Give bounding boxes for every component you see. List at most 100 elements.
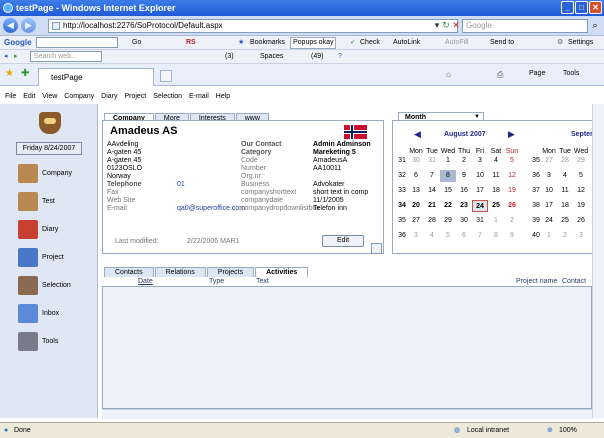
calendar-day[interactable]: 11 <box>488 170 504 182</box>
calendar-day[interactable]: 12 <box>504 170 520 182</box>
forward-button[interactable]: ▶ <box>21 18 36 33</box>
calendar-day[interactable]: 25 <box>557 215 573 227</box>
menu-project[interactable]: Project <box>124 93 146 100</box>
column-contact[interactable]: Contact <box>562 277 586 286</box>
menu-email[interactable]: E-mail <box>189 93 209 100</box>
browser-tab[interactable]: testPage <box>38 68 154 86</box>
column-text[interactable]: Text <box>256 277 269 286</box>
sidebar-item-company[interactable]: Company <box>18 164 98 184</box>
calendar-day[interactable]: 2 <box>504 215 520 227</box>
calendar-day[interactable]: 3 <box>408 230 424 242</box>
spaces-button[interactable]: Spaces <box>260 50 283 64</box>
calendar-day[interactable]: 7 <box>424 170 440 182</box>
calendar-day[interactable]: 14 <box>424 185 440 197</box>
tab-activities[interactable]: Activities <box>255 267 309 277</box>
bookmarks-button[interactable]: Bookmarks <box>250 36 285 50</box>
calendar-day[interactable]: 21 <box>424 200 440 212</box>
email-link[interactable]: qa0@superoffice.com <box>177 205 245 213</box>
calendar-day[interactable]: 27 <box>408 215 424 227</box>
stop-icon[interactable]: ✕ <box>450 19 462 32</box>
calendar-day[interactable]: 9 <box>456 170 472 182</box>
resize-corner-icon[interactable] <box>371 243 382 254</box>
menu-selection[interactable]: Selection <box>153 93 182 100</box>
menu-file[interactable]: File <box>5 93 16 100</box>
calendar-day[interactable]: 8 <box>440 170 456 182</box>
calendar-day[interactable]: 5 <box>573 170 589 182</box>
calendar-day[interactable]: 27 <box>541 155 557 167</box>
calendar-day[interactable]: 4 <box>424 230 440 242</box>
search-input[interactable]: Google <box>462 19 588 33</box>
sidebar-item-diary[interactable]: Diary <box>18 220 98 240</box>
calendar-day[interactable]: 18 <box>488 185 504 197</box>
maximize-button[interactable]: □ <box>575 1 588 14</box>
calendar-day[interactable]: 25 <box>488 200 504 212</box>
horizontal-scrollbar[interactable] <box>102 409 592 419</box>
calendar-day[interactable]: 6 <box>456 230 472 242</box>
new-tab-button[interactable] <box>160 70 172 82</box>
autolink-button[interactable]: AutoLink <box>393 36 420 50</box>
rs-button[interactable]: RS <box>186 36 196 50</box>
count-two[interactable]: (49) <box>311 50 323 64</box>
tab-projects[interactable]: Projects <box>206 267 255 277</box>
calendar-day[interactable]: 3 <box>541 170 557 182</box>
close-button[interactable]: ✕ <box>589 1 602 14</box>
search-icon[interactable]: ⌕ <box>589 19 601 32</box>
calendar-day[interactable]: 26 <box>504 200 520 212</box>
address-bar[interactable]: http://localhost:2276/SoProtocol/Default… <box>48 19 458 33</box>
column-type[interactable]: Type <box>209 277 224 286</box>
calendar-day[interactable]: 20 <box>408 200 424 212</box>
calendar-day[interactable]: 17 <box>541 200 557 212</box>
calendar-day[interactable]: 1 <box>541 230 557 242</box>
calendar-day[interactable]: 18 <box>557 200 573 212</box>
menu-view[interactable]: View <box>42 93 57 100</box>
telephone-value[interactable]: 01 <box>177 181 185 189</box>
count-one[interactable]: (3) <box>225 50 234 64</box>
calendar-day[interactable]: 29 <box>440 215 456 227</box>
calendar-day[interactable]: 5 <box>440 230 456 242</box>
calendar-day[interactable]: 29 <box>573 155 589 167</box>
sidebar-item-inbox[interactable]: Inbox <box>18 304 98 324</box>
calendar-day[interactable]: 5 <box>504 155 520 167</box>
calendar-day[interactable]: 7 <box>472 230 488 242</box>
calendar-day[interactable]: 26 <box>573 215 589 227</box>
calendar-day[interactable]: 4 <box>488 155 504 167</box>
calendar-day[interactable]: 3 <box>573 230 589 242</box>
settings-button[interactable]: Settings <box>568 36 593 50</box>
calendar-day[interactable]: 13 <box>408 185 424 197</box>
calendar-day[interactable]: 23 <box>456 200 472 212</box>
calendar-day[interactable]: 2 <box>557 230 573 242</box>
calendar-day[interactable]: 28 <box>557 155 573 167</box>
back-button[interactable]: ◀ <box>3 18 18 33</box>
sendto-button[interactable]: Send to <box>490 36 514 50</box>
go-button[interactable]: Go <box>132 36 141 50</box>
check-button[interactable]: Check <box>360 36 380 50</box>
calendar-day[interactable]: 19 <box>504 185 520 197</box>
zoom-level[interactable]: 100% <box>559 423 577 438</box>
menu-edit[interactable]: Edit <box>23 93 35 100</box>
sidebar-item-selection[interactable]: Selection <box>18 276 98 296</box>
calendar-day[interactable]: 31 <box>472 215 488 227</box>
menu-help[interactable]: Help <box>216 93 230 100</box>
page-menu[interactable]: Page <box>529 70 545 77</box>
calendar-day[interactable]: 12 <box>573 185 589 197</box>
calendar-day[interactable]: 2 <box>456 155 472 167</box>
calendar-day[interactable]: 31 <box>424 155 440 167</box>
autofill-button[interactable]: AutoFill <box>445 36 468 50</box>
calendar-day[interactable]: 24 <box>472 200 488 212</box>
calendar-day[interactable]: 24 <box>541 215 557 227</box>
favorites-star-icon[interactable]: ★ <box>5 68 14 79</box>
column-date[interactable]: Date <box>138 277 153 286</box>
column-project-name[interactable]: Project name <box>516 277 557 286</box>
tools-menu[interactable]: Tools <box>563 70 579 77</box>
google-search-input[interactable] <box>36 37 118 48</box>
calendar-day[interactable]: 3 <box>472 155 488 167</box>
calendar-day[interactable]: 17 <box>472 185 488 197</box>
tab-relations[interactable]: Relations <box>154 267 206 277</box>
prev-month-icon[interactable]: ◀ <box>414 129 421 140</box>
tab-contacts[interactable]: Contacts <box>104 267 154 277</box>
home-icon[interactable]: ⌂ <box>446 70 451 79</box>
date-button[interactable]: Friday 8/24/2007 <box>16 142 82 155</box>
print-icon[interactable]: ⎙ <box>497 70 503 80</box>
add-favorite-icon[interactable]: ✚ <box>21 68 29 79</box>
edit-button[interactable]: Edit <box>322 235 364 247</box>
